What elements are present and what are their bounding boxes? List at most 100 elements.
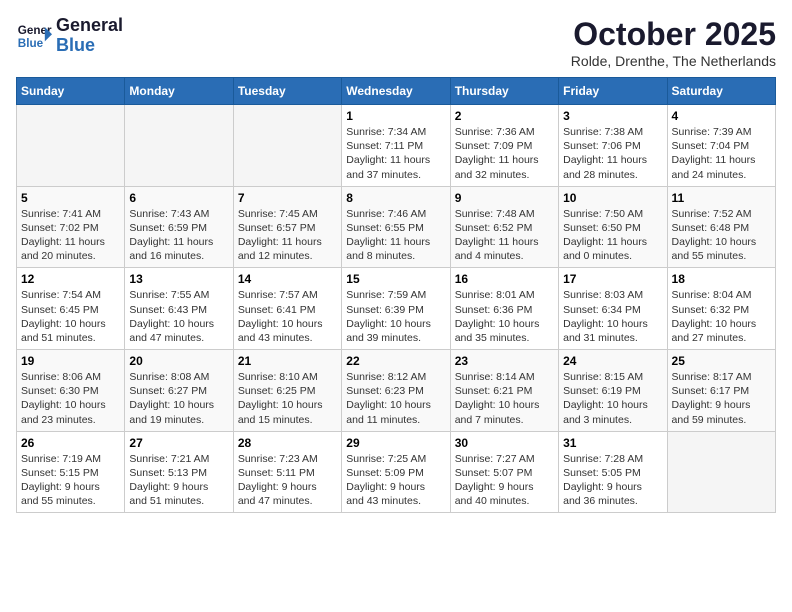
day-info: Sunrise: 8:03 AM Sunset: 6:34 PM Dayligh… xyxy=(563,288,662,345)
day-info: Sunrise: 7:45 AM Sunset: 6:57 PM Dayligh… xyxy=(238,207,337,264)
logo-text-general: General xyxy=(56,16,123,36)
calendar-cell: 14 Sunrise: 7:57 AM Sunset: 6:41 PM Dayli… xyxy=(233,268,341,350)
calendar-cell xyxy=(233,105,341,187)
calendar-cell: 31 Sunrise: 7:28 AM Sunset: 5:05 PM Dayli… xyxy=(559,431,667,513)
calendar-week-row: 19 Sunrise: 8:06 AM Sunset: 6:30 PM Dayli… xyxy=(17,350,776,432)
calendar-cell: 28 Sunrise: 7:23 AM Sunset: 5:11 PM Dayli… xyxy=(233,431,341,513)
day-number: 8 xyxy=(346,191,445,205)
day-number: 31 xyxy=(563,436,662,450)
day-info: Sunrise: 7:46 AM Sunset: 6:55 PM Dayligh… xyxy=(346,207,445,264)
day-number: 18 xyxy=(672,272,771,286)
calendar-cell: 16 Sunrise: 8:01 AM Sunset: 6:36 PM Dayli… xyxy=(450,268,558,350)
weekday-header: Monday xyxy=(125,78,233,105)
month-title: October 2025 xyxy=(571,16,776,53)
day-info: Sunrise: 8:12 AM Sunset: 6:23 PM Dayligh… xyxy=(346,370,445,427)
calendar-cell: 22 Sunrise: 8:12 AM Sunset: 6:23 PM Dayli… xyxy=(342,350,450,432)
day-info: Sunrise: 8:06 AM Sunset: 6:30 PM Dayligh… xyxy=(21,370,120,427)
day-number: 3 xyxy=(563,109,662,123)
day-number: 21 xyxy=(238,354,337,368)
weekday-header: Wednesday xyxy=(342,78,450,105)
calendar-cell: 6 Sunrise: 7:43 AM Sunset: 6:59 PM Daylig… xyxy=(125,186,233,268)
day-info: Sunrise: 7:38 AM Sunset: 7:06 PM Dayligh… xyxy=(563,125,662,182)
calendar-week-row: 26 Sunrise: 7:19 AM Sunset: 5:15 PM Dayli… xyxy=(17,431,776,513)
calendar-cell: 29 Sunrise: 7:25 AM Sunset: 5:09 PM Dayli… xyxy=(342,431,450,513)
day-info: Sunrise: 7:43 AM Sunset: 6:59 PM Dayligh… xyxy=(129,207,228,264)
day-number: 25 xyxy=(672,354,771,368)
day-info: Sunrise: 7:39 AM Sunset: 7:04 PM Dayligh… xyxy=(672,125,771,182)
day-number: 6 xyxy=(129,191,228,205)
calendar-cell: 19 Sunrise: 8:06 AM Sunset: 6:30 PM Dayli… xyxy=(17,350,125,432)
day-info: Sunrise: 7:57 AM Sunset: 6:41 PM Dayligh… xyxy=(238,288,337,345)
logo: General Blue General Blue xyxy=(16,16,123,56)
day-number: 16 xyxy=(455,272,554,286)
page-header: General Blue General Blue October 2025 R… xyxy=(16,16,776,69)
day-number: 24 xyxy=(563,354,662,368)
calendar-cell: 15 Sunrise: 7:59 AM Sunset: 6:39 PM Dayli… xyxy=(342,268,450,350)
day-info: Sunrise: 7:19 AM Sunset: 5:15 PM Dayligh… xyxy=(21,452,120,509)
day-info: Sunrise: 8:01 AM Sunset: 6:36 PM Dayligh… xyxy=(455,288,554,345)
calendar-cell: 8 Sunrise: 7:46 AM Sunset: 6:55 PM Daylig… xyxy=(342,186,450,268)
calendar-cell: 13Sunrise: 7:55 AM Sunset: 6:43 PM Dayli… xyxy=(125,268,233,350)
logo-text-blue: Blue xyxy=(56,36,123,56)
day-info: Sunrise: 7:25 AM Sunset: 5:09 PM Dayligh… xyxy=(346,452,445,509)
day-number: 7 xyxy=(238,191,337,205)
calendar-cell: 12Sunrise: 7:54 AM Sunset: 6:45 PM Dayli… xyxy=(17,268,125,350)
title-block: October 2025 Rolde, Drenthe, The Netherl… xyxy=(571,16,776,69)
day-info: Sunrise: 7:52 AM Sunset: 6:48 PM Dayligh… xyxy=(672,207,771,264)
calendar-cell: 10Sunrise: 7:50 AM Sunset: 6:50 PM Dayli… xyxy=(559,186,667,268)
day-number: 12 xyxy=(21,272,120,286)
calendar-cell: 11 Sunrise: 7:52 AM Sunset: 6:48 PM Dayli… xyxy=(667,186,775,268)
svg-text:Blue: Blue xyxy=(18,37,44,50)
day-number: 1 xyxy=(346,109,445,123)
day-number: 26 xyxy=(21,436,120,450)
calendar-week-row: 12Sunrise: 7:54 AM Sunset: 6:45 PM Dayli… xyxy=(17,268,776,350)
day-info: Sunrise: 7:34 AM Sunset: 7:11 PM Dayligh… xyxy=(346,125,445,182)
location: Rolde, Drenthe, The Netherlands xyxy=(571,53,776,69)
day-info: Sunrise: 7:59 AM Sunset: 6:39 PM Dayligh… xyxy=(346,288,445,345)
day-info: Sunrise: 7:48 AM Sunset: 6:52 PM Dayligh… xyxy=(455,207,554,264)
day-number: 23 xyxy=(455,354,554,368)
day-info: Sunrise: 8:14 AM Sunset: 6:21 PM Dayligh… xyxy=(455,370,554,427)
day-info: Sunrise: 7:36 AM Sunset: 7:09 PM Dayligh… xyxy=(455,125,554,182)
calendar-cell: 3 Sunrise: 7:38 AM Sunset: 7:06 PM Daylig… xyxy=(559,105,667,187)
day-info: Sunrise: 7:21 AM Sunset: 5:13 PM Dayligh… xyxy=(129,452,228,509)
calendar-cell: 1 Sunrise: 7:34 AM Sunset: 7:11 PM Daylig… xyxy=(342,105,450,187)
calendar-cell: 26 Sunrise: 7:19 AM Sunset: 5:15 PM Dayli… xyxy=(17,431,125,513)
calendar-cell: 5Sunrise: 7:41 AM Sunset: 7:02 PM Daylig… xyxy=(17,186,125,268)
calendar-cell xyxy=(667,431,775,513)
day-number: 27 xyxy=(129,436,228,450)
day-number: 4 xyxy=(672,109,771,123)
day-info: Sunrise: 7:28 AM Sunset: 5:05 PM Dayligh… xyxy=(563,452,662,509)
weekday-header-row: SundayMondayTuesdayWednesdayThursdayFrid… xyxy=(17,78,776,105)
day-info: Sunrise: 8:08 AM Sunset: 6:27 PM Dayligh… xyxy=(129,370,228,427)
calendar-cell: 17Sunrise: 8:03 AM Sunset: 6:34 PM Dayli… xyxy=(559,268,667,350)
day-number: 9 xyxy=(455,191,554,205)
day-number: 15 xyxy=(346,272,445,286)
weekday-header: Friday xyxy=(559,78,667,105)
calendar-cell: 21 Sunrise: 8:10 AM Sunset: 6:25 PM Dayli… xyxy=(233,350,341,432)
weekday-header: Thursday xyxy=(450,78,558,105)
calendar-cell: 27 Sunrise: 7:21 AM Sunset: 5:13 PM Dayli… xyxy=(125,431,233,513)
calendar-cell: 25Sunrise: 8:17 AM Sunset: 6:17 PM Dayli… xyxy=(667,350,775,432)
calendar-cell: 7 Sunrise: 7:45 AM Sunset: 6:57 PM Daylig… xyxy=(233,186,341,268)
day-info: Sunrise: 7:27 AM Sunset: 5:07 PM Dayligh… xyxy=(455,452,554,509)
day-info: Sunrise: 7:23 AM Sunset: 5:11 PM Dayligh… xyxy=(238,452,337,509)
day-number: 19 xyxy=(21,354,120,368)
calendar-cell: 20Sunrise: 8:08 AM Sunset: 6:27 PM Dayli… xyxy=(125,350,233,432)
calendar-cell: 4 Sunrise: 7:39 AM Sunset: 7:04 PM Daylig… xyxy=(667,105,775,187)
day-info: Sunrise: 8:10 AM Sunset: 6:25 PM Dayligh… xyxy=(238,370,337,427)
day-number: 30 xyxy=(455,436,554,450)
day-info: Sunrise: 7:55 AM Sunset: 6:43 PM Dayligh… xyxy=(129,288,228,345)
day-number: 22 xyxy=(346,354,445,368)
calendar-cell: 18 Sunrise: 8:04 AM Sunset: 6:32 PM Dayli… xyxy=(667,268,775,350)
logo-icon: General Blue xyxy=(16,18,52,54)
day-info: Sunrise: 7:41 AM Sunset: 7:02 PM Dayligh… xyxy=(21,207,120,264)
day-number: 10 xyxy=(563,191,662,205)
day-number: 29 xyxy=(346,436,445,450)
day-info: Sunrise: 8:04 AM Sunset: 6:32 PM Dayligh… xyxy=(672,288,771,345)
weekday-header: Saturday xyxy=(667,78,775,105)
calendar-week-row: 1 Sunrise: 7:34 AM Sunset: 7:11 PM Daylig… xyxy=(17,105,776,187)
day-number: 11 xyxy=(672,191,771,205)
day-number: 14 xyxy=(238,272,337,286)
day-number: 28 xyxy=(238,436,337,450)
